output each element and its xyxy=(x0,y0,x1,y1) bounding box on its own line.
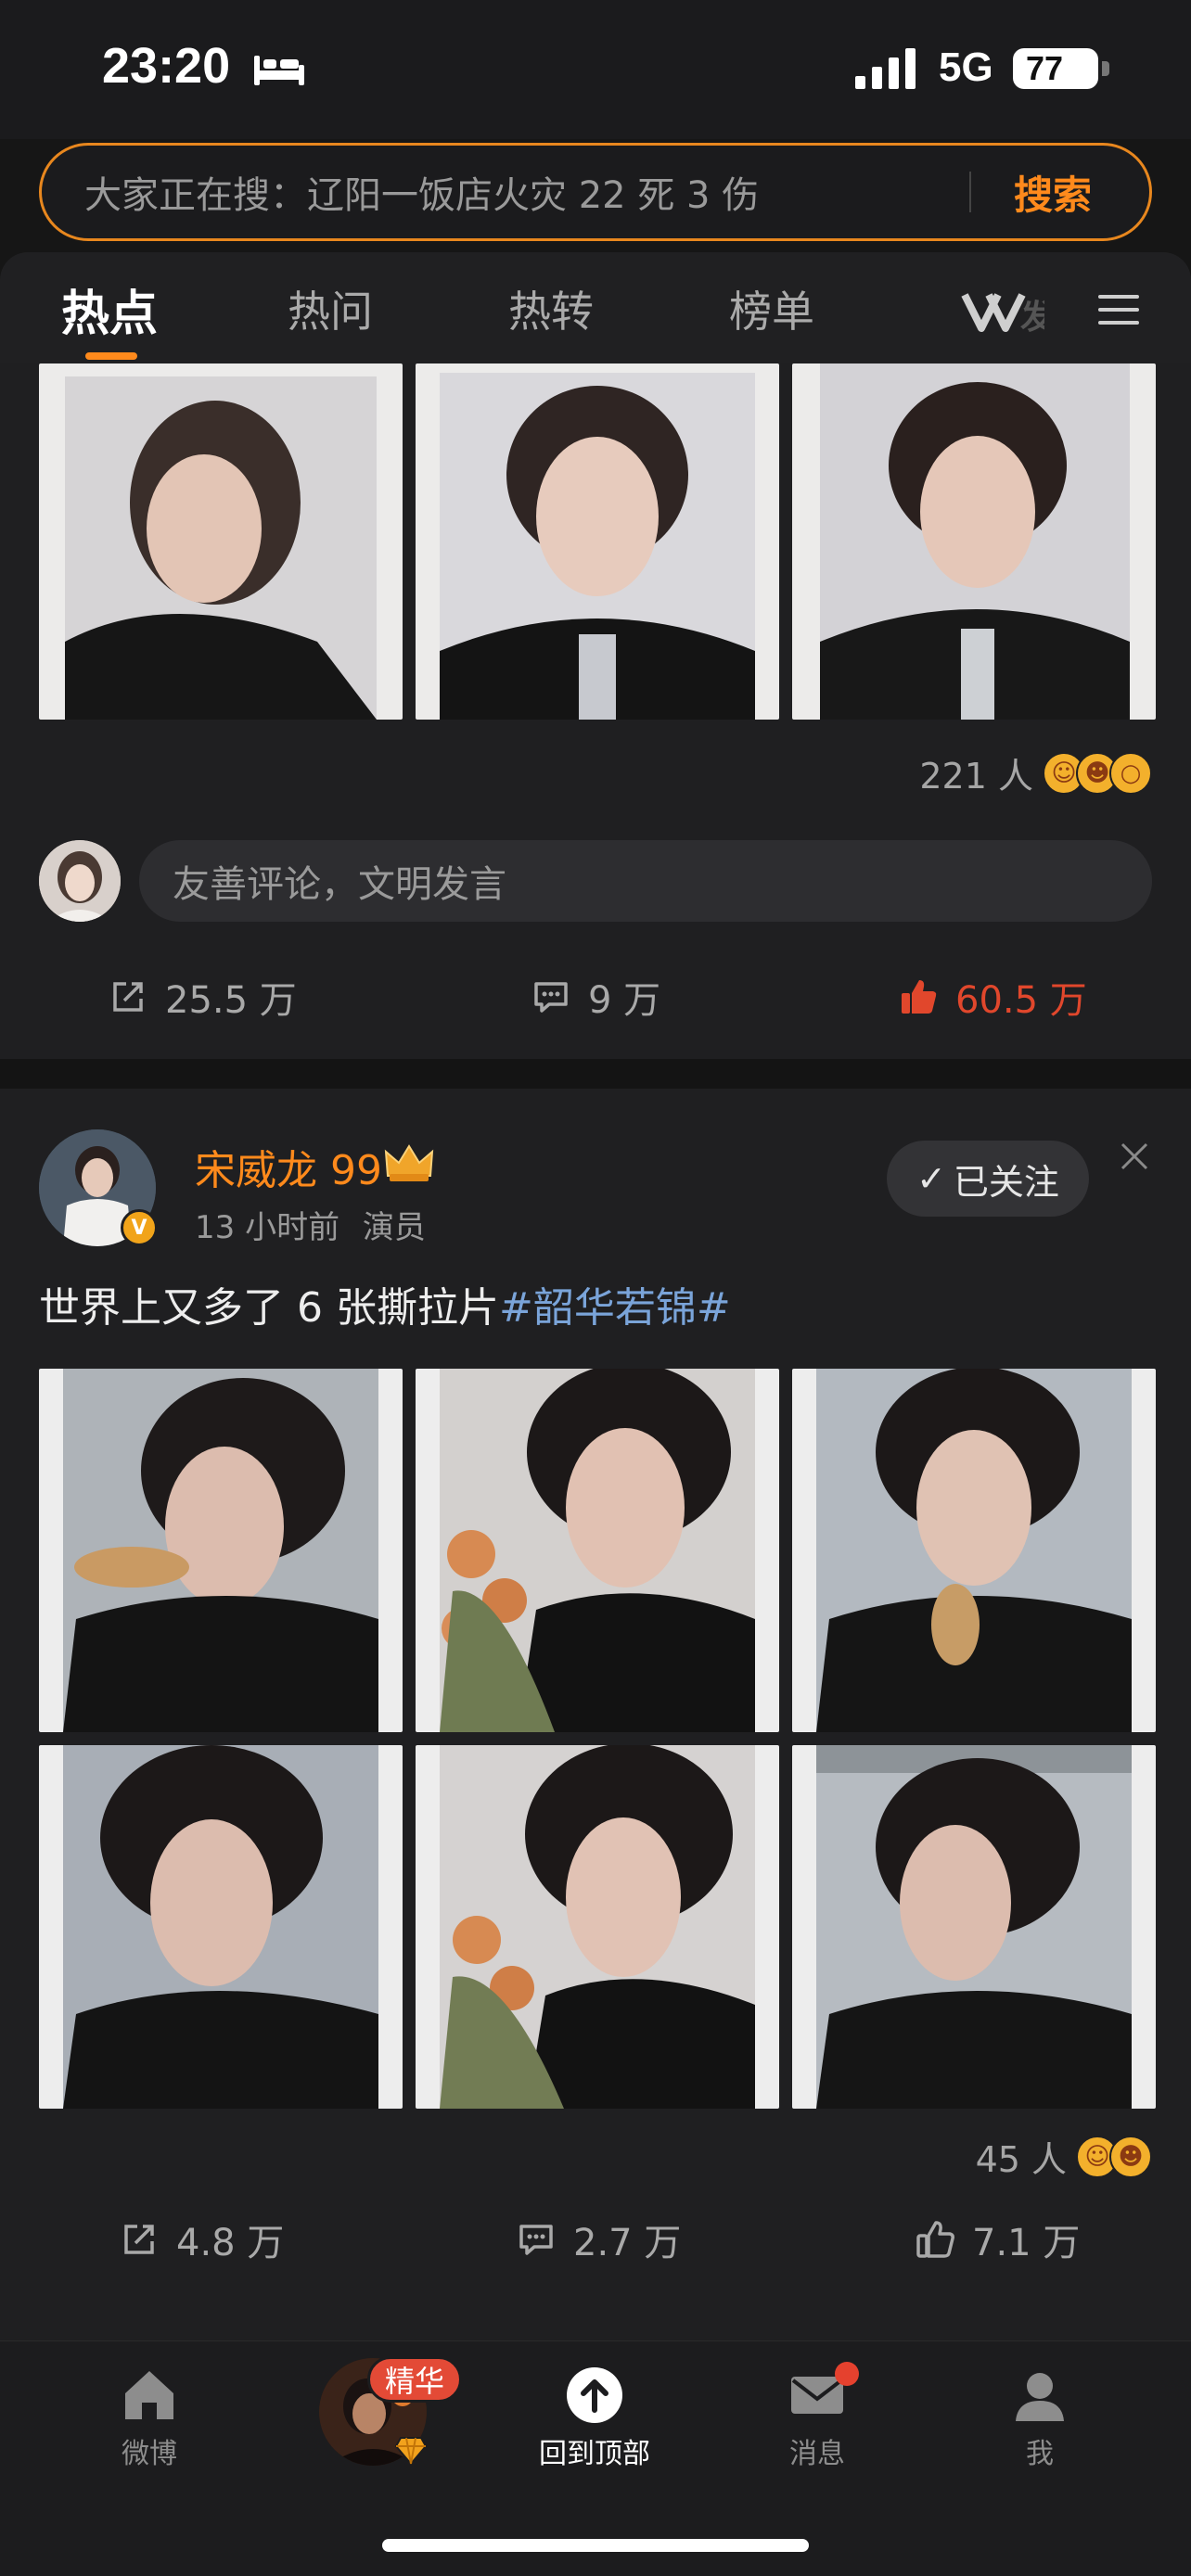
like-button[interactable]: 7.1 万 xyxy=(915,2213,1080,2266)
close-icon[interactable] xyxy=(1119,1141,1150,1172)
nav-me[interactable]: 我 xyxy=(970,2366,1109,2471)
feed-tabs: 热点 热问 热转 榜单 发 xyxy=(0,252,1191,363)
tab-hot[interactable]: 热点 xyxy=(61,274,158,344)
share-icon xyxy=(124,2225,154,2254)
feed-post: 221 人 ☺ ☻ ○ 友善评论，文明发言 25.5 万 9 万 60.5 万 xyxy=(0,363,1191,1059)
shocked-emoji-icon: ○ xyxy=(1109,751,1152,795)
like-button[interactable]: 60.5 万 xyxy=(898,970,1087,1024)
comment-icon xyxy=(519,2225,553,2255)
comment-icon xyxy=(534,982,568,1013)
search-divider xyxy=(968,172,971,212)
like-count: 60.5 万 xyxy=(955,979,1087,1022)
repost-button[interactable]: 4.8 万 xyxy=(119,2213,284,2266)
repost-count: 25.5 万 xyxy=(165,979,297,1022)
post-photo[interactable] xyxy=(416,1745,779,2109)
profile-icon xyxy=(1016,2373,1064,2421)
reaction-summary[interactable]: 45 人 ☺ ☻ xyxy=(976,2131,1152,2182)
post-photo[interactable] xyxy=(416,363,779,720)
nav-back-to-top-label: 回到顶部 xyxy=(539,2438,650,2470)
post-photo[interactable] xyxy=(39,1745,403,2109)
like-count: 7.1 万 xyxy=(972,2222,1081,2264)
tab-hot-questions[interactable]: 热问 xyxy=(288,278,373,339)
feed-post: V 宋威龙 99 13 小时前 演员 ✓ 已关注 世界上又多了 6 张撕拉片#韶… xyxy=(0,1089,1191,2340)
search-bar[interactable]: 大家正在搜：辽阳一饭店火灾 22 死 3 伤 搜索 xyxy=(39,143,1152,241)
v-plus-icon[interactable]: 发 xyxy=(961,286,1044,338)
featured-badge[interactable]: 精华 xyxy=(367,2356,463,2403)
status-time: 23:20 xyxy=(102,38,231,94)
reaction-summary[interactable]: 221 人 ☺ ☻ ○ xyxy=(919,747,1152,798)
tab-hot-reposts[interactable]: 热转 xyxy=(508,278,594,339)
home-icon xyxy=(125,2371,173,2419)
share-icon xyxy=(113,982,143,1012)
reaction-emojis: ☺ ☻ ○ xyxy=(1043,751,1152,795)
tab-rankings[interactable]: 榜单 xyxy=(729,278,814,339)
comment-button[interactable]: 9 万 xyxy=(531,970,660,1024)
battery-indicator: 77 xyxy=(1013,48,1098,89)
menu-icon[interactable] xyxy=(1098,293,1139,326)
post-photo[interactable] xyxy=(416,1369,779,1732)
post-time: 13 小时前 xyxy=(195,1209,340,1246)
follow-button[interactable]: ✓ 已关注 xyxy=(887,1141,1089,1217)
post-photo[interactable] xyxy=(792,1745,1156,2109)
photo-grid xyxy=(39,363,1156,720)
comment-input[interactable]: 友善评论，文明发言 xyxy=(139,840,1152,922)
post-meta: 13 小时前 演员 xyxy=(195,1202,426,1247)
svg-text:发: 发 xyxy=(1020,299,1044,337)
post-photo[interactable] xyxy=(792,1369,1156,1732)
active-tab-indicator xyxy=(85,352,137,360)
reaction-emojis: ☺ ☻ xyxy=(1076,2135,1152,2178)
crown-badge-icon xyxy=(384,1144,434,1181)
author-name[interactable]: 宋威龙 99 xyxy=(195,1137,382,1196)
arrow-up-circle-icon xyxy=(567,2367,622,2423)
repost-count: 4.8 万 xyxy=(176,2222,285,2264)
cellular-signal-icon xyxy=(855,48,916,89)
follow-label: 已关注 xyxy=(953,1161,1059,1203)
nav-messages-label: 消息 xyxy=(789,2438,845,2470)
thumbs-up-filled-icon xyxy=(902,980,937,1014)
hashtag-link[interactable]: #韶华若锦# xyxy=(499,1284,731,1332)
post-actions: 4.8 万 2.7 万 7.1 万 xyxy=(0,2213,1191,2287)
post-actions: 25.5 万 9 万 60.5 万 xyxy=(0,970,1191,1044)
status-bar: 23:20 5G 77 xyxy=(0,0,1191,139)
comment-button[interactable]: 2.7 万 xyxy=(516,2213,681,2266)
thumbs-up-icon xyxy=(916,2221,954,2258)
author-role: 演员 xyxy=(362,1209,426,1246)
post-photo[interactable] xyxy=(39,363,403,720)
post-body: 世界上又多了 6 张撕拉片 xyxy=(39,1284,499,1332)
diamond-icon xyxy=(395,2437,427,2466)
comment-row: 友善评论，文明发言 xyxy=(39,840,1152,924)
search-input[interactable]: 大家正在搜：辽阳一饭店火灾 22 死 3 伤 xyxy=(84,165,969,219)
comment-count: 2.7 万 xyxy=(573,2222,682,2264)
sleep-focus-icon xyxy=(254,56,304,85)
nav-weibo[interactable]: 微博 xyxy=(80,2366,219,2471)
nav-me-label: 我 xyxy=(1026,2438,1054,2470)
post-divider xyxy=(0,1059,1191,1089)
nav-back-to-top[interactable]: 回到顶部 xyxy=(525,2366,664,2471)
user-avatar[interactable] xyxy=(39,840,121,922)
nav-weibo-label: 微博 xyxy=(122,2438,177,2470)
post-photo[interactable] xyxy=(39,1369,403,1732)
comment-count: 9 万 xyxy=(588,979,661,1022)
search-button[interactable]: 搜索 xyxy=(1014,164,1092,221)
unread-dot xyxy=(835,2362,859,2386)
photo-grid xyxy=(39,1369,1156,2109)
home-indicator[interactable] xyxy=(382,2539,809,2552)
verified-badge-icon: V xyxy=(121,1209,158,1246)
reaction-count: 45 人 xyxy=(975,2139,1067,2180)
reaction-count: 221 人 xyxy=(919,756,1033,797)
repost-button[interactable]: 25.5 万 xyxy=(108,970,297,1024)
post-photo[interactable] xyxy=(792,363,1156,720)
battery-cap xyxy=(1102,61,1109,76)
checkmark-icon: ✓ xyxy=(916,1158,946,1199)
post-text: 世界上又多了 6 张撕拉片#韶华若锦# xyxy=(39,1274,731,1333)
laughing-emoji-icon: ☻ xyxy=(1109,2135,1152,2178)
network-type: 5G xyxy=(939,45,993,90)
nav-messages[interactable]: 消息 xyxy=(748,2366,887,2471)
